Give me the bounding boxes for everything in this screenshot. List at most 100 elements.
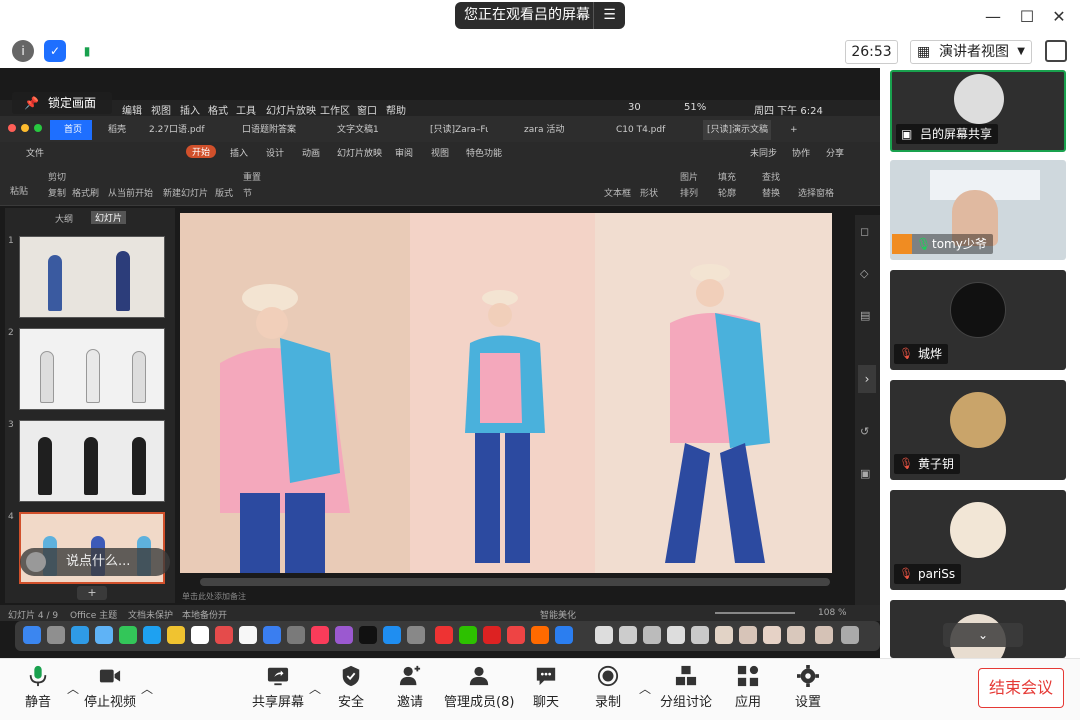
trash-icon[interactable] — [841, 626, 859, 644]
chevron-up-icon[interactable]: ︿ — [141, 680, 153, 697]
participant-tile[interactable]: ▣ 吕的屏幕共享 — [890, 70, 1066, 152]
launchpad-icon[interactable] — [47, 626, 65, 644]
wps-menu-item[interactable]: 幻灯片放映 — [337, 146, 382, 159]
ribbon-item[interactable]: 轮廓 — [718, 186, 736, 199]
ribbon-item[interactable]: 文本框 — [604, 186, 631, 199]
mac-menu-item[interactable]: 幻灯片放映 — [266, 102, 316, 117]
close-icon[interactable]: ✕ — [1048, 6, 1070, 28]
dock-thumbnail[interactable] — [667, 626, 685, 644]
chat-button[interactable]: 聊天 — [528, 665, 564, 715]
wps-tab[interactable]: 口语题附答案 — [238, 120, 308, 140]
security-button[interactable]: 安全 — [333, 665, 369, 715]
mac-close-dot[interactable] — [8, 124, 16, 132]
ribbon-item[interactable]: 版式 — [215, 186, 233, 199]
mac-menu-item[interactable]: 工具 — [236, 102, 256, 117]
app-icon[interactable] — [555, 626, 573, 644]
participant-tile[interactable]: 🎙 tomy少爷 — [890, 160, 1066, 260]
wps-menu-item[interactable]: 插入 — [230, 146, 248, 159]
mac-menu-item[interactable]: 视图 — [151, 102, 171, 117]
participant-tile[interactable]: 🎙 城烨 — [890, 270, 1066, 370]
app-icon[interactable] — [287, 626, 305, 644]
app-icon[interactable] — [239, 626, 257, 644]
ribbon-item[interactable]: 剪切 — [48, 170, 66, 183]
app-icon[interactable] — [215, 626, 233, 644]
wps-menu-item[interactable]: 未同步 — [750, 146, 777, 159]
wps-tab[interactable]: 2.27口语.pdf — [145, 120, 225, 140]
invite-button[interactable]: 邀请 — [392, 665, 428, 715]
info-icon[interactable]: i — [12, 40, 34, 62]
slide-thumbnail[interactable] — [19, 420, 165, 502]
ribbon-item[interactable]: 从当前开始 — [108, 186, 153, 199]
music-icon[interactable] — [311, 626, 329, 644]
chevron-up-icon[interactable]: ︿ — [309, 680, 321, 697]
wps-menu-item[interactable]: 视图 — [431, 146, 449, 159]
tool-icon[interactable]: ◇ — [860, 267, 868, 280]
ribbon-item[interactable]: 重置 — [243, 170, 261, 183]
finder-icon[interactable] — [23, 626, 41, 644]
slide-thumbnail[interactable] — [19, 236, 165, 318]
ribbon-item[interactable]: 查找 — [762, 170, 780, 183]
wps-tab[interactable]: zara 活动 — [520, 120, 580, 140]
dock-thumbnail[interactable] — [595, 626, 613, 644]
podcasts-icon[interactable] — [335, 626, 353, 644]
wps-menu-item[interactable]: 设计 — [266, 146, 284, 159]
dock-thumbnail[interactable] — [643, 626, 661, 644]
wps-menu-item-active[interactable]: 开始 — [186, 145, 217, 158]
participant-tile[interactable]: 🎙 pariSs — [890, 490, 1066, 590]
new-tab-icon[interactable]: + — [786, 120, 800, 140]
chevron-up-icon[interactable]: ︿ — [67, 680, 79, 697]
safari-icon[interactable] — [71, 626, 89, 644]
ribbon-item[interactable]: 图片 — [680, 170, 698, 183]
dock-thumbnail[interactable] — [763, 626, 781, 644]
tab-slides[interactable]: 幻灯片 — [91, 211, 127, 224]
minimize-icon[interactable]: — — [982, 6, 1004, 28]
collapse-panel-icon[interactable]: › — [858, 365, 876, 393]
wps-tab[interactable]: 文字文稿1 — [333, 120, 403, 140]
chat-input-bubble[interactable]: 说点什么... — [20, 548, 170, 576]
app-icon[interactable] — [483, 626, 501, 644]
ribbon-item[interactable]: 替换 — [762, 186, 780, 199]
app-icon[interactable] — [531, 626, 549, 644]
end-meeting-button[interactable]: 结束会议 — [978, 668, 1064, 708]
lock-screen-button[interactable]: 📌 锁定画面 — [12, 92, 112, 114]
wps-menu-item[interactable]: 审阅 — [395, 146, 413, 159]
slide-thumbnail[interactable] — [19, 328, 165, 410]
mac-minimize-dot[interactable] — [21, 124, 29, 132]
history-icon[interactable]: ↺ — [860, 425, 869, 438]
breakout-button[interactable]: 分组讨论 — [658, 665, 714, 715]
ribbon-item[interactable]: 形状 — [640, 186, 658, 199]
apps-button[interactable]: 应用 — [730, 665, 766, 715]
ribbon-item[interactable]: 选择窗格 — [798, 186, 834, 199]
calendar-icon[interactable] — [191, 626, 209, 644]
notes-icon[interactable] — [167, 626, 185, 644]
mac-menu-item[interactable]: 插入 — [180, 102, 200, 117]
wps-tab[interactable]: 首页 — [50, 120, 92, 140]
tab-outline[interactable]: 大纲 — [55, 212, 73, 225]
horizontal-scrollbar[interactable] — [200, 578, 830, 586]
manage-members-button[interactable]: 管理成员(8) — [444, 665, 514, 715]
wps-tab[interactable]: [只读]Zara–Fu — [426, 120, 488, 140]
view-mode-select[interactable]: ▦ 演讲者视图 ▼ — [910, 40, 1032, 64]
mute-button[interactable]: 静音 — [18, 665, 58, 715]
app-icon[interactable] — [507, 626, 525, 644]
app-icon[interactable] — [143, 626, 161, 644]
wps-menu-item[interactable]: 分享 — [826, 146, 844, 159]
ribbon-item[interactable]: 粘贴 — [10, 184, 28, 197]
record-button[interactable]: 录制 — [590, 665, 626, 715]
mac-menu-item[interactable]: 帮助 — [386, 102, 406, 117]
dock-thumbnail[interactable] — [619, 626, 637, 644]
stop-video-button[interactable]: 停止视频 — [82, 665, 138, 715]
banner-menu-icon[interactable]: ☰ — [593, 2, 625, 29]
dock-thumbnail[interactable] — [787, 626, 805, 644]
tv-icon[interactable] — [359, 626, 377, 644]
wps-menu-item[interactable]: 协作 — [792, 146, 810, 159]
zoom-slider[interactable] — [715, 612, 795, 614]
notes-placeholder[interactable]: 单击此处添加备注 — [182, 591, 246, 602]
add-slide-button[interactable]: + — [77, 586, 107, 600]
wps-tab[interactable]: [只读]演示文稿 — [703, 120, 771, 140]
scroll-down-icon[interactable]: ⌄ — [943, 623, 1023, 647]
ribbon-item[interactable]: 填充 — [718, 170, 736, 183]
app-icon[interactable] — [263, 626, 281, 644]
tool-icon[interactable]: ▣ — [860, 467, 870, 480]
mac-menu-item[interactable]: 格式 — [208, 102, 228, 117]
